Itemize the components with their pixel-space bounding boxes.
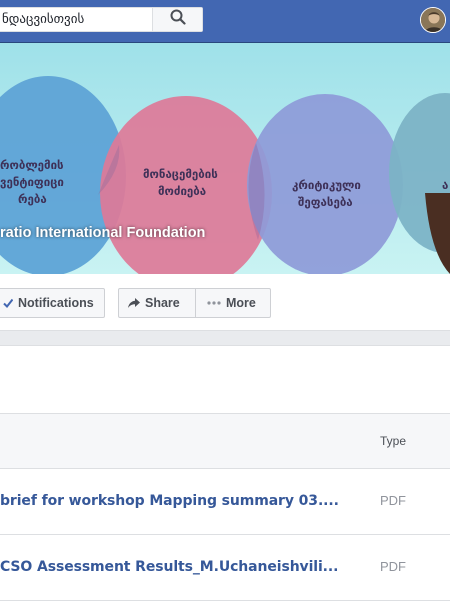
table-row[interactable]: brief for workshop Mapping summary 03...… xyxy=(0,469,450,535)
share-button[interactable]: Share xyxy=(118,288,196,318)
circle-label-critical-2: შეფასება xyxy=(298,195,353,209)
notifications-label: Notifications xyxy=(18,296,94,310)
cover-photo[interactable]: რობლემის ვენტიფიცი რება მონაცემების მოძი… xyxy=(0,43,450,274)
search-button[interactable] xyxy=(152,8,202,31)
search-icon xyxy=(170,9,186,30)
check-icon xyxy=(3,298,13,308)
file-type: PDF xyxy=(380,559,406,574)
circle-label-data-2: მოძიება xyxy=(158,184,206,198)
page-action-bar: Notifications Share More xyxy=(0,274,450,331)
circle-label-critical-1: კრიტიკული xyxy=(292,178,361,192)
circle-label-problem-3: რება xyxy=(18,192,47,206)
page-title[interactable]: ratio International Foundation xyxy=(0,225,205,241)
circle-label-problem-2: ვენტიფიცი xyxy=(0,175,64,189)
more-dots-icon xyxy=(207,301,221,305)
table-row[interactable]: CSO Assessment Results_M.Uchaneishvili..… xyxy=(0,535,450,601)
notifications-button[interactable]: Notifications xyxy=(0,288,105,318)
search-input[interactable] xyxy=(0,8,152,31)
file-name-link[interactable]: brief for workshop Mapping summary 03...… xyxy=(0,493,339,509)
file-type: PDF xyxy=(380,493,406,508)
file-name-link[interactable]: CSO Assessment Results_M.Uchaneishvili..… xyxy=(0,559,338,575)
search-box xyxy=(0,7,203,32)
column-header-type[interactable]: Type xyxy=(380,434,406,448)
share-label: Share xyxy=(145,296,180,310)
files-table: Type brief for workshop Mapping summary … xyxy=(0,413,450,601)
more-label: More xyxy=(226,296,256,310)
more-button[interactable]: More xyxy=(195,288,271,318)
circle-label-problem-1: რობლემის xyxy=(0,158,64,172)
table-header: Type xyxy=(0,413,450,469)
share-arrow-icon xyxy=(128,297,140,309)
circle-label-fourth: ა xyxy=(442,178,448,192)
profile-avatar[interactable] xyxy=(420,7,446,33)
top-navigation-bar xyxy=(0,0,450,43)
circle-label-data-1: მონაცემების xyxy=(143,167,218,181)
